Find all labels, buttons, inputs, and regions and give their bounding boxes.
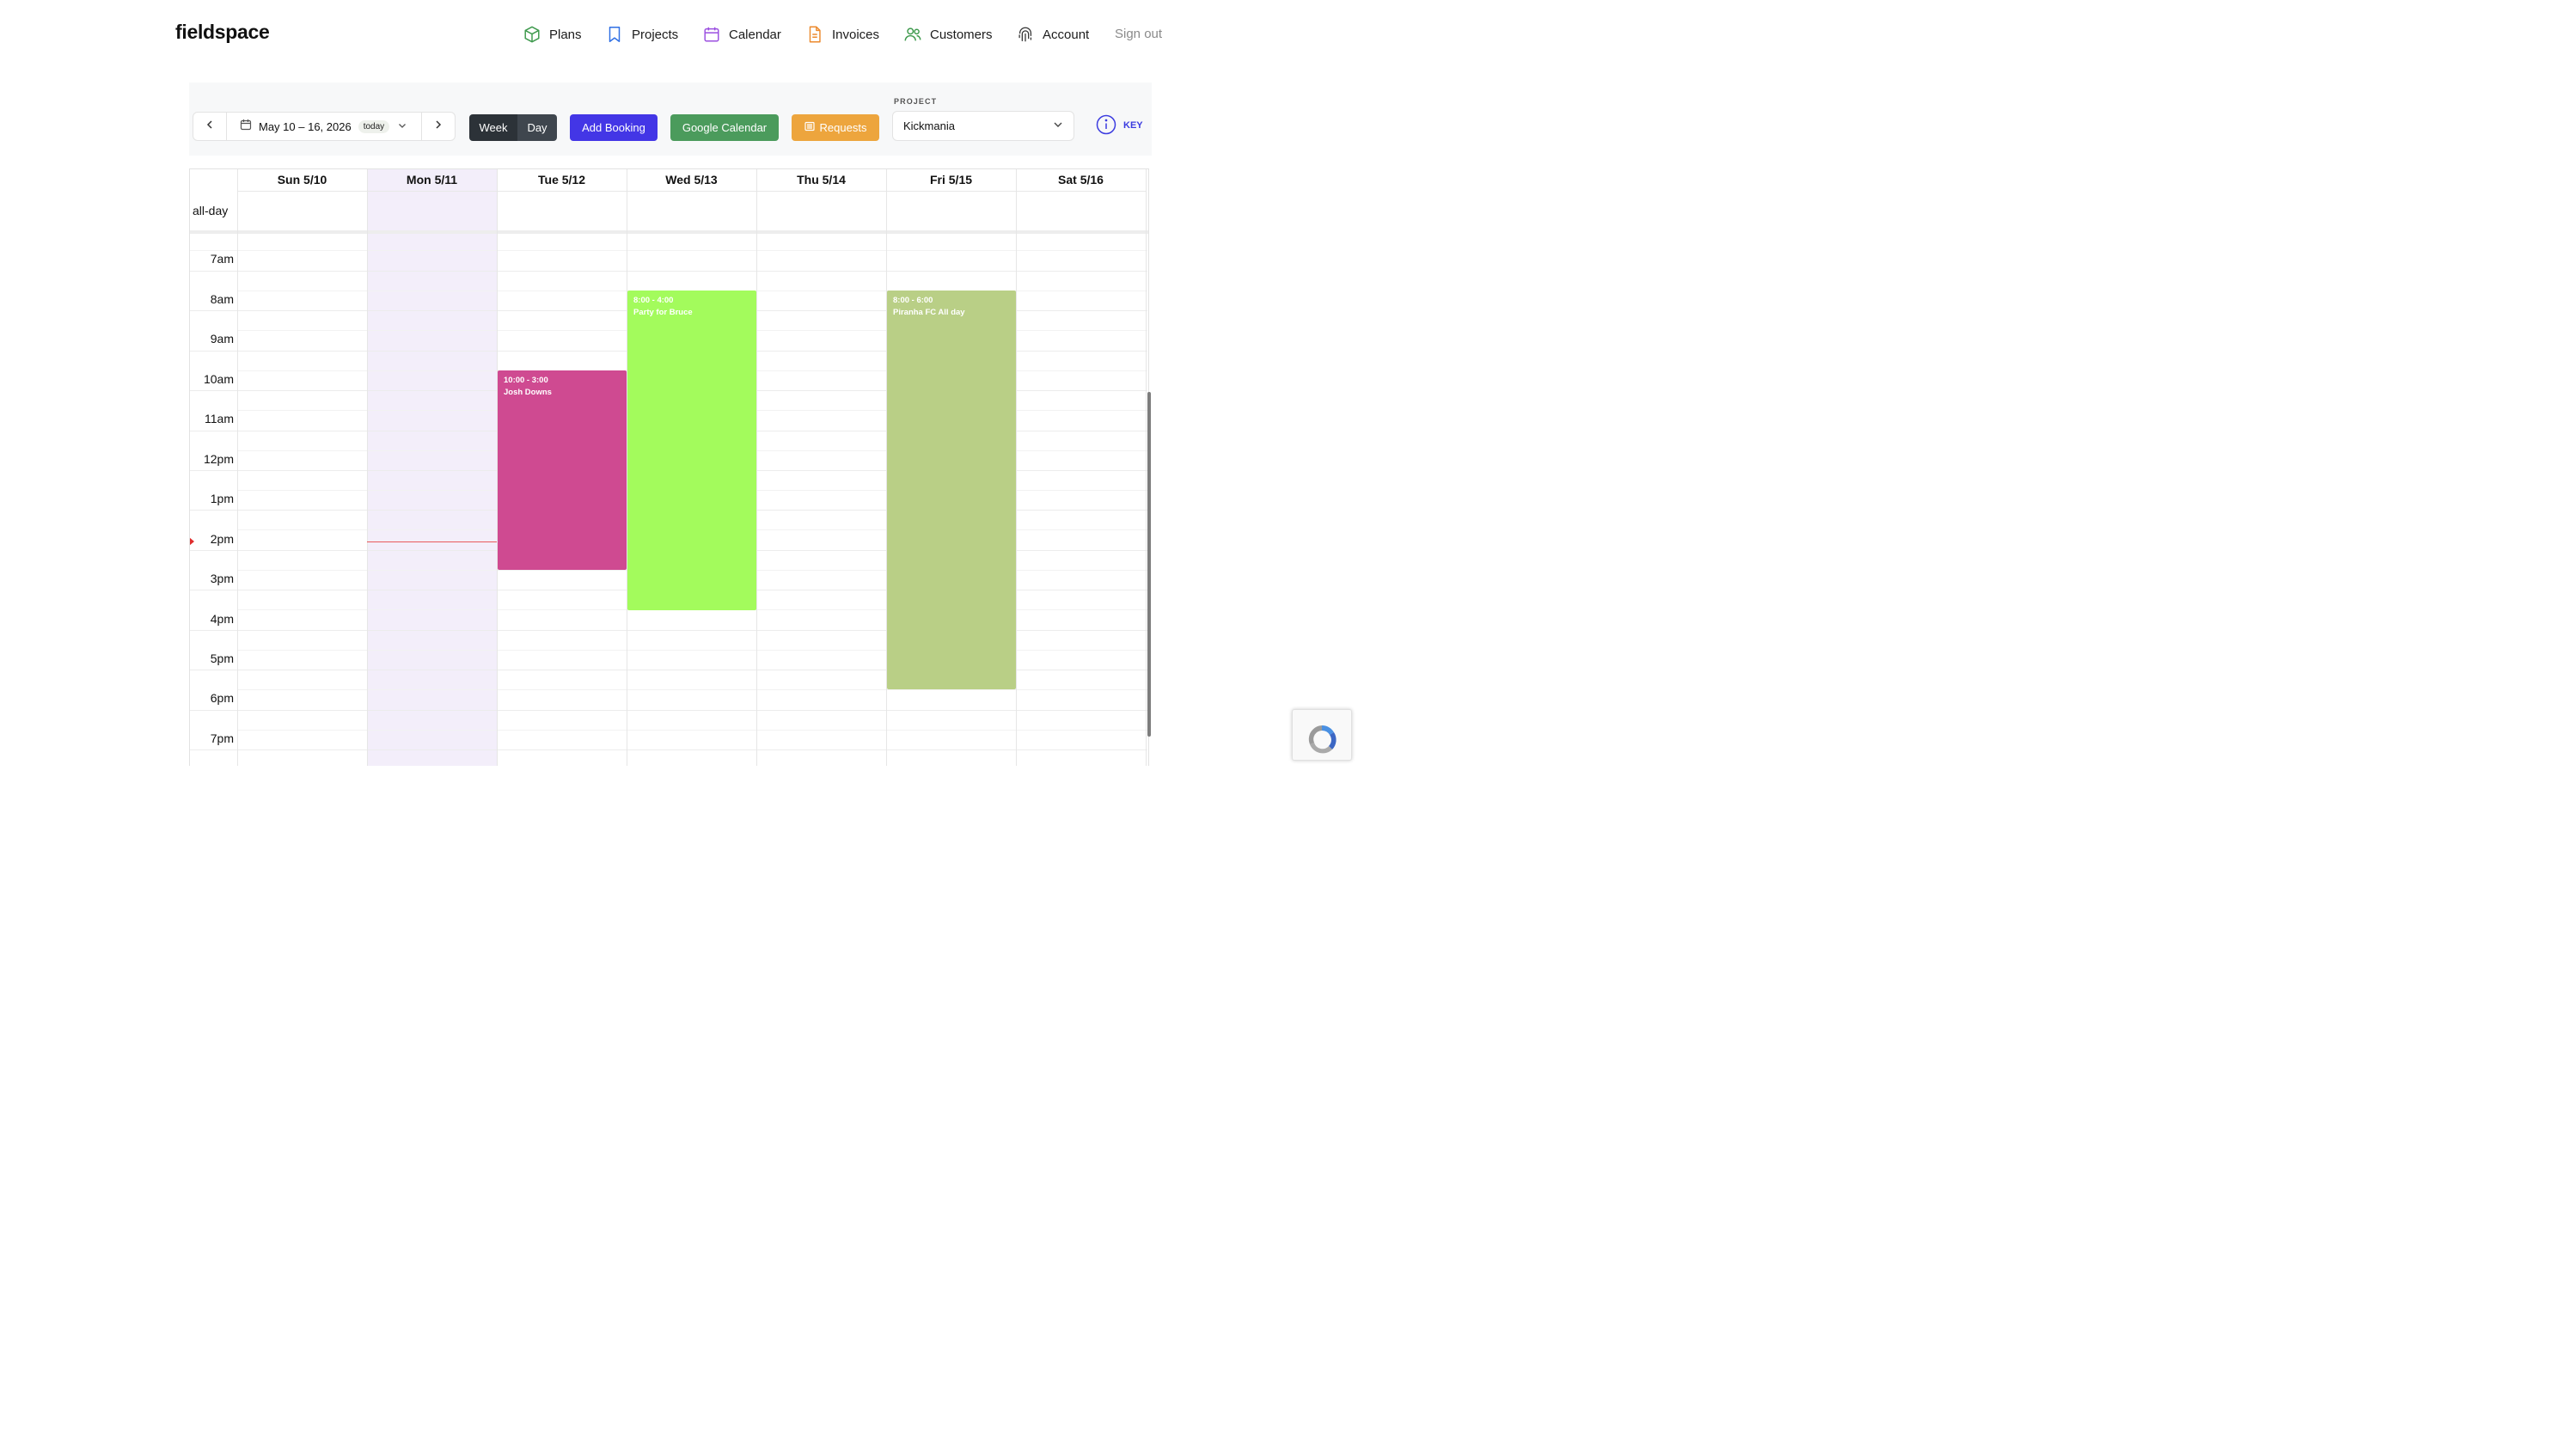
next-week-button[interactable]: [421, 113, 455, 140]
view-toggle: Week Day: [469, 114, 557, 141]
list-icon: [804, 121, 815, 134]
date-range-picker[interactable]: May 10 – 16, 2026 today: [228, 113, 422, 140]
recaptcha-badge[interactable]: [1292, 709, 1352, 761]
bookmark-icon: [605, 25, 624, 44]
chevron-right-icon: [433, 119, 443, 134]
chevron-down-icon: [1053, 119, 1063, 132]
nav-calendar[interactable]: Calendar: [702, 24, 781, 45]
nav-invoices-label: Invoices: [832, 27, 880, 42]
nav-customers[interactable]: Customers: [903, 24, 993, 45]
nav-account-label: Account: [1043, 27, 1090, 42]
calendar-scrollbar[interactable]: [1147, 392, 1151, 737]
nav-invoices[interactable]: Invoices: [805, 24, 879, 45]
week-view-button[interactable]: Week: [469, 114, 517, 141]
brand-logo[interactable]: fieldspace: [175, 21, 270, 44]
nav-plans-label: Plans: [549, 27, 582, 42]
chevron-left-icon: [205, 119, 215, 134]
key-label: KEY: [1123, 120, 1143, 131]
project-value: Kickmania: [903, 119, 955, 132]
calendar-small-icon: [240, 119, 252, 135]
nav-account[interactable]: Account: [1016, 24, 1089, 45]
day-view-button[interactable]: Day: [517, 114, 557, 141]
prev-week-button[interactable]: [193, 113, 227, 140]
add-booking-button[interactable]: Add Booking: [570, 114, 658, 141]
nav-customers-label: Customers: [930, 27, 993, 42]
requests-label: Requests: [819, 121, 867, 134]
today-badge[interactable]: today: [358, 119, 390, 133]
date-navigator: May 10 – 16, 2026 today: [193, 112, 456, 141]
chevron-down-icon: [398, 119, 407, 134]
sign-out-link[interactable]: Sign out: [1115, 27, 1162, 41]
google-calendar-button[interactable]: Google Calendar: [670, 114, 779, 141]
users-icon: [903, 25, 922, 44]
info-icon: [1096, 114, 1116, 138]
nav-calendar-label: Calendar: [729, 27, 781, 42]
week-calendar: Sun 5/10 Mon 5/11 Tue 5/12 Wed 5/13 Thu …: [189, 168, 1152, 766]
nav-projects-label: Projects: [632, 27, 679, 42]
fingerprint-icon: [1016, 25, 1035, 44]
requests-button[interactable]: Requests: [792, 114, 879, 141]
document-icon: [805, 25, 824, 44]
cube-icon: [523, 25, 541, 44]
nav-projects[interactable]: Projects: [605, 24, 678, 45]
nav-plans[interactable]: Plans: [523, 24, 582, 45]
project-label: PROJECT: [894, 97, 938, 106]
project-select[interactable]: Kickmania: [892, 111, 1074, 141]
calendar-frame: [189, 168, 1149, 766]
calendar-icon: [702, 25, 721, 44]
key-button[interactable]: KEY: [1096, 114, 1143, 138]
date-range-text: May 10 – 16, 2026: [259, 119, 352, 133]
